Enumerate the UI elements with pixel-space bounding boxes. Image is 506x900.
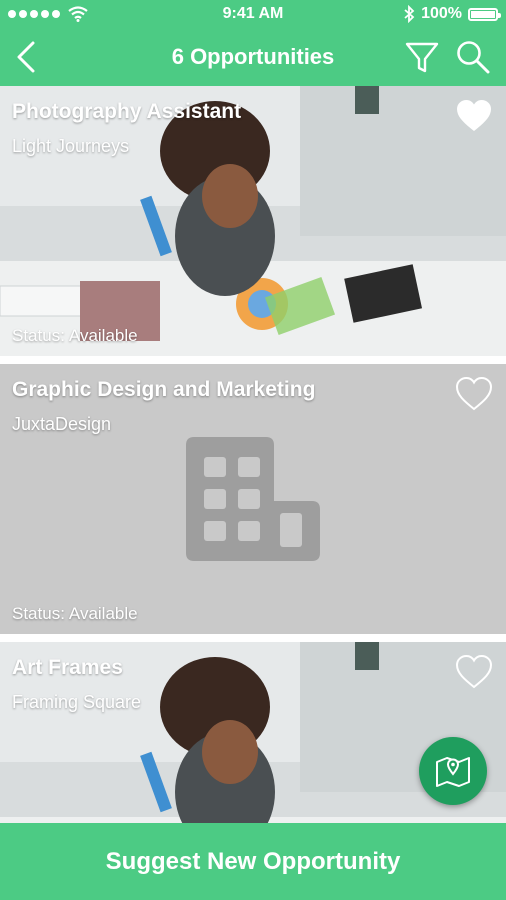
heart-outline-icon[interactable]	[455, 654, 493, 690]
opportunity-title: Photography Assistant	[12, 100, 242, 123]
battery-percent: 100%	[421, 5, 462, 22]
search-button[interactable]	[453, 37, 493, 77]
opportunity-card[interactable]: Photography Assistant Light Journeys Sta…	[0, 86, 506, 356]
page-title: 6 Opportunities	[171, 44, 335, 69]
app-header: 6 Opportunities	[0, 28, 506, 86]
opportunity-card[interactable]: Graphic Design and Marketing JuxtaDesign…	[0, 364, 506, 634]
status-label: Status:	[12, 326, 65, 345]
opportunity-list[interactable]: Photography Assistant Light Journeys Sta…	[0, 86, 506, 823]
suggest-opportunity-label: Suggest New Opportunity	[105, 847, 401, 875]
building-placeholder-icon	[186, 437, 320, 561]
office-photo	[0, 86, 506, 356]
status-value: Available	[68, 326, 138, 345]
filter-icon	[405, 42, 439, 73]
signal-dots-icon	[8, 10, 60, 18]
bluetooth-icon	[404, 5, 415, 23]
heart-filled-icon[interactable]	[455, 98, 493, 134]
opportunity-title: Art Frames	[12, 656, 123, 679]
opportunity-status: Status: Available	[12, 326, 138, 346]
opportunity-title: Graphic Design and Marketing	[12, 378, 316, 401]
battery-icon	[468, 7, 501, 21]
map-pin-icon	[436, 757, 470, 787]
status-bar: 9:41 AM 100%	[0, 0, 506, 28]
status-right: 100%	[403, 5, 501, 23]
map-view-button[interactable]	[419, 737, 487, 805]
opportunity-organization: JuxtaDesign	[12, 414, 112, 434]
filter-button[interactable]	[402, 37, 442, 77]
back-button[interactable]	[6, 37, 46, 77]
back-chevron-icon	[17, 41, 35, 73]
status-value: Available	[68, 604, 138, 623]
heart-outline-icon[interactable]	[455, 376, 493, 412]
wifi-icon	[68, 6, 88, 22]
opportunity-status: Status: Available	[12, 604, 138, 624]
status-label: Status:	[12, 604, 65, 623]
status-left	[8, 6, 88, 22]
suggest-opportunity-button[interactable]: Suggest New Opportunity	[0, 823, 506, 900]
opportunity-organization: Framing Square	[12, 692, 142, 712]
opportunity-organization: Light Journeys	[12, 136, 130, 156]
search-icon	[457, 41, 490, 74]
